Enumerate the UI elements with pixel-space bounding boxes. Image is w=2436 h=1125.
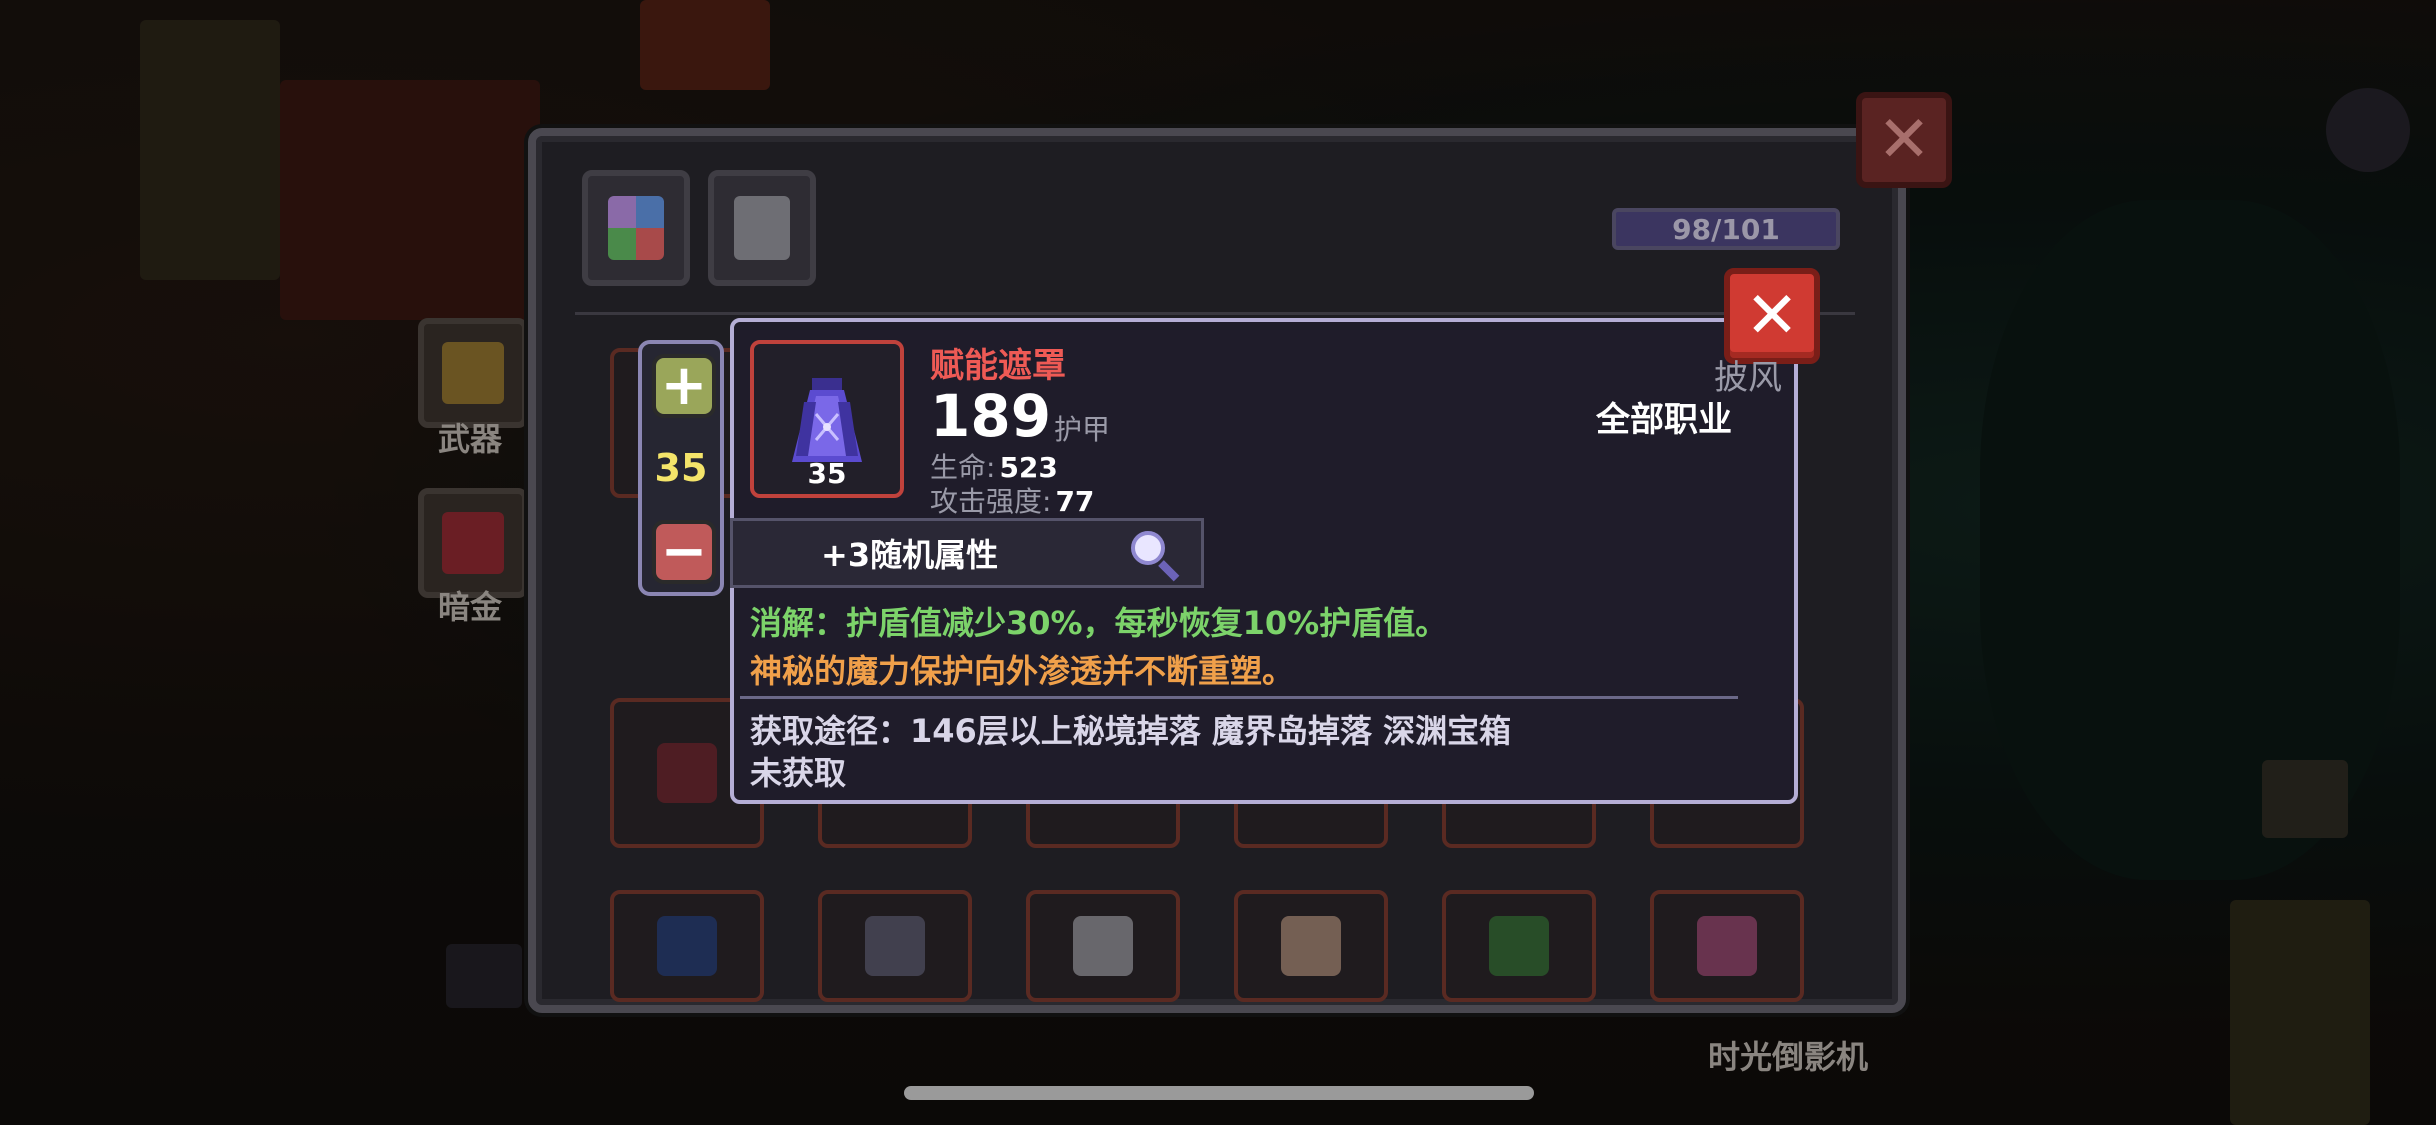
- inventory-slot[interactable]: [1026, 890, 1180, 1002]
- item-level: 35: [807, 457, 847, 490]
- inventory-slot[interactable]: [1442, 890, 1596, 1002]
- bg-statue: [2230, 900, 2370, 1125]
- inventory-slot[interactable]: [610, 890, 764, 1002]
- time-machine-label[interactable]: 时光倒影机: [1708, 1032, 1868, 1078]
- inventory-slot[interactable]: [1234, 890, 1388, 1002]
- armor-label: 护甲: [1054, 413, 1111, 446]
- magnifier-handle: [1158, 560, 1180, 582]
- herb-icon: [1489, 916, 1549, 976]
- level-plus-button[interactable]: +: [652, 354, 716, 418]
- book-icon: [657, 916, 717, 976]
- stat-value: 77: [1055, 485, 1095, 518]
- bg-tree: [1980, 200, 2400, 880]
- panel-close-button[interactable]: ✕: [1856, 92, 1952, 188]
- cone-icon: [1073, 916, 1133, 976]
- tab-all-items[interactable]: [582, 170, 690, 286]
- bg-pin-marker: [2326, 88, 2410, 172]
- item-status-text: 未获取: [750, 754, 847, 792]
- armor-value: 189: [930, 382, 1052, 450]
- item-source-text: 获取途径：146层以上秘境掉落 魔界岛掉落 深渊宝箱: [750, 712, 1512, 750]
- bg-shelf: [140, 20, 280, 280]
- item-name: 赋能遮罩: [930, 346, 1066, 386]
- tab-equipment[interactable]: [708, 170, 816, 286]
- stat-label: 攻击强度:: [930, 485, 1052, 518]
- cape-icon: [657, 743, 717, 803]
- close-icon: ✕: [1745, 279, 1799, 353]
- dark-gold-icon: [442, 512, 504, 574]
- weapon-label: 武器: [438, 420, 503, 458]
- magnifier-icon[interactable]: [1131, 531, 1180, 582]
- stat-row-attack: 攻击强度: 77: [930, 480, 1094, 520]
- item-flavor-text: 神秘的魔力保护向外渗透并不断重塑。: [750, 652, 1295, 690]
- bg-chest: [640, 0, 770, 90]
- level-minus-button[interactable]: −: [652, 520, 716, 584]
- panel-divider: [575, 312, 1855, 315]
- level-value: 35: [654, 446, 708, 490]
- home-indicator[interactable]: [904, 1086, 1534, 1100]
- bg-rug: [280, 80, 540, 320]
- bg-small-marker: [446, 944, 522, 1008]
- item-icon-frame: 35: [750, 340, 904, 498]
- orb-icon: [1281, 916, 1341, 976]
- flower-icon: [1697, 916, 1757, 976]
- tooltip-divider: [740, 696, 1738, 699]
- item-effect-text: 消解：护盾值减少30%，每秒恢复10%护盾值。: [750, 604, 1448, 642]
- weapon-shortcut-button[interactable]: [418, 318, 528, 428]
- weapon-icon: [442, 342, 504, 404]
- wings-icon: [865, 916, 925, 976]
- grid-icon: [608, 196, 664, 260]
- armor-icon: [734, 196, 790, 260]
- random-attributes-box[interactable]: +3随机属性: [730, 518, 1204, 588]
- dark-gold-label: 暗金: [438, 588, 503, 626]
- inventory-slot[interactable]: [1650, 890, 1804, 1002]
- close-icon: ✕: [1877, 103, 1931, 177]
- inventory-slot[interactable]: [818, 890, 972, 1002]
- inventory-capacity: 98/101: [1612, 208, 1840, 250]
- random-attributes-label: +3随机属性: [821, 536, 999, 574]
- level-stepper: + 35 −: [638, 340, 724, 596]
- class-requirement: 全部职业: [1596, 400, 1732, 440]
- bg-crown-marker: [2262, 760, 2348, 838]
- magnifier-lens: [1131, 531, 1165, 565]
